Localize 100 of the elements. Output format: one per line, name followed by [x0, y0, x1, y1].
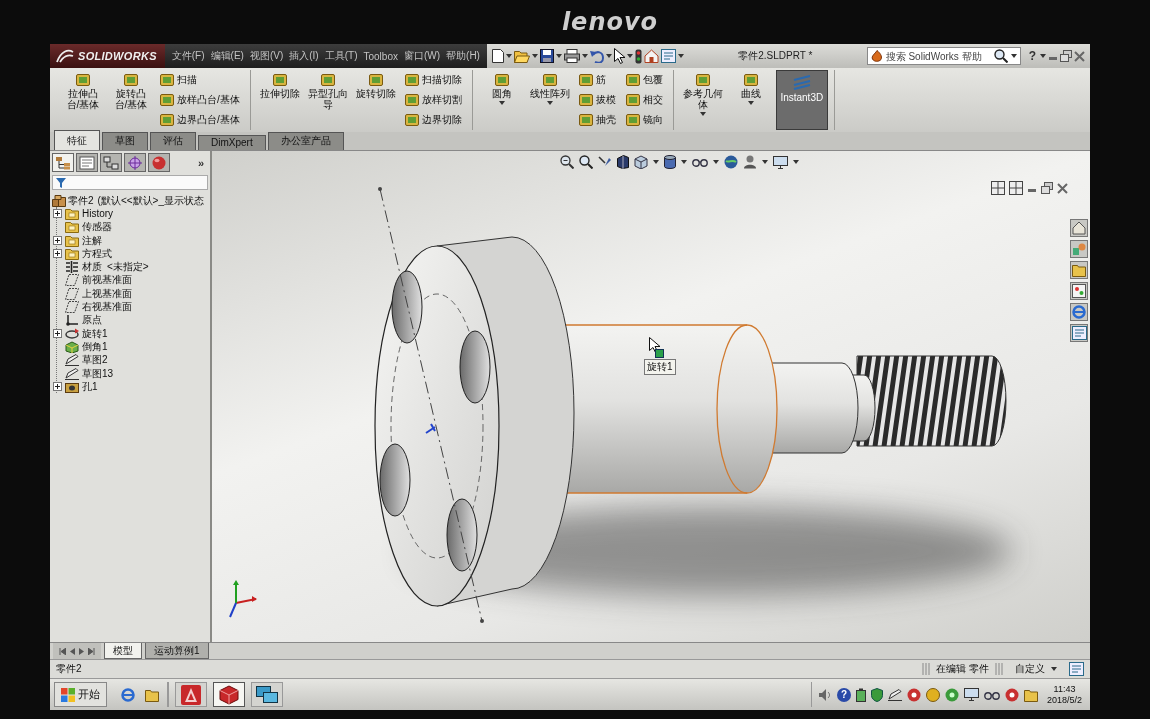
expand-icon[interactable] — [53, 382, 62, 392]
right-arrow-icon[interactable] — [79, 647, 84, 655]
search-icon[interactable] — [993, 49, 1008, 63]
tab[interactable]: 评估 — [150, 132, 196, 150]
menu-item[interactable]: 帮助(H) — [443, 49, 483, 63]
units-dropdown[interactable]: 自定义 — [1009, 662, 1063, 676]
tree-item[interactable]: 倒角1 — [53, 340, 208, 354]
caret-icon[interactable] — [699, 112, 706, 116]
caret-icon[interactable] — [681, 160, 687, 164]
command-button[interactable]: 边界切除 — [402, 112, 464, 128]
tab[interactable]: DimXpert — [198, 135, 266, 150]
page-icon[interactable] — [491, 49, 504, 63]
command-button[interactable]: 相交 — [623, 92, 665, 108]
panel-tab[interactable] — [100, 153, 122, 172]
menu-item[interactable]: 工具(T) — [321, 49, 361, 63]
tree-item[interactable]: 材质 <未指定> — [53, 260, 208, 274]
tab[interactable]: 模型 — [104, 643, 142, 659]
help-button[interactable]: ? — [1026, 49, 1038, 63]
caret-icon[interactable] — [1010, 54, 1017, 58]
command-button[interactable]: 旋转切除 — [352, 70, 399, 130]
caret-icon[interactable] — [626, 54, 633, 58]
command-button[interactable]: 放样切割 — [402, 92, 464, 108]
command-button[interactable]: 抽壳 — [576, 112, 618, 128]
restore-icon[interactable] — [1060, 50, 1072, 62]
search-icon[interactable] — [579, 155, 593, 169]
view-cube-icon[interactable] — [634, 155, 648, 169]
tree-item[interactable]: 原点 — [53, 313, 208, 327]
cylinder-icon[interactable] — [664, 155, 676, 169]
menu-item[interactable]: 插入(I) — [286, 49, 322, 63]
globe-icon[interactable] — [724, 155, 738, 169]
command-button[interactable]: Instant3D — [775, 70, 828, 130]
expand-icon[interactable] — [53, 249, 62, 259]
command-button[interactable]: 边界凸台/基体 — [158, 112, 242, 128]
caret-icon[interactable] — [793, 160, 799, 164]
grid-icon[interactable] — [1009, 181, 1023, 195]
command-button[interactable]: 扫描 — [158, 72, 242, 88]
command-button[interactable]: 筋 — [576, 72, 618, 88]
tree-item[interactable]: 草图13 — [53, 366, 208, 381]
eye-arrow-icon[interactable] — [598, 155, 612, 169]
tab[interactable]: 草图 — [102, 132, 148, 150]
shield-icon[interactable] — [870, 687, 883, 702]
target-icon[interactable] — [906, 687, 921, 702]
battery-icon[interactable] — [855, 687, 866, 702]
tab[interactable]: 特征 — [54, 130, 100, 150]
command-button[interactable]: 异型孔向导 — [304, 70, 351, 130]
task-pane-tab[interactable] — [1070, 261, 1088, 279]
tree-item[interactable]: 草图2 — [53, 353, 208, 367]
disc-icon[interactable] — [944, 687, 959, 702]
menu-item[interactable]: Toolbox — [360, 50, 401, 62]
left-arrow-icon[interactable] — [70, 647, 75, 655]
panel-tab[interactable] — [148, 153, 170, 172]
tree-item[interactable]: 右视基准面 — [53, 300, 208, 314]
caret-icon[interactable] — [505, 54, 512, 58]
command-button[interactable]: 放样凸台/基体 — [158, 92, 242, 108]
glasses-icon[interactable] — [692, 157, 708, 167]
tree-item[interactable]: 注解 — [53, 233, 208, 248]
speaker-icon[interactable] — [817, 687, 832, 702]
panel-tab[interactable] — [124, 153, 146, 172]
caret-icon[interactable] — [555, 54, 562, 58]
ring-icon[interactable] — [121, 687, 135, 702]
start-button[interactable]: 开始 — [54, 682, 107, 707]
help-button[interactable]: ? — [836, 687, 851, 702]
folder-icon[interactable] — [145, 687, 159, 702]
caret-icon[interactable] — [605, 54, 612, 58]
menu-item[interactable]: 文件(F) — [168, 49, 208, 63]
tab[interactable]: 办公室产品 — [267, 132, 344, 150]
tree-item[interactable]: 零件2 (默认<<默认>_显示状态 — [52, 194, 208, 208]
undo-arrow-icon[interactable] — [589, 49, 604, 63]
caret-icon[interactable] — [546, 101, 553, 105]
caret-icon[interactable] — [747, 101, 754, 105]
caret-icon[interactable] — [498, 101, 505, 105]
floppy-icon[interactable] — [539, 49, 554, 63]
tree-item[interactable]: 孔1 — [53, 380, 208, 394]
menu-item[interactable]: 窗口(W) — [400, 49, 444, 63]
menu-item[interactable]: 视图(V) — [246, 49, 287, 63]
printer-icon[interactable] — [563, 49, 580, 63]
taskbar-button[interactable] — [251, 682, 283, 707]
task-pane-tab[interactable] — [1070, 303, 1088, 321]
command-button[interactable]: 线性阵列 — [526, 70, 573, 130]
caret-icon[interactable] — [762, 160, 768, 164]
tree-item[interactable]: 传感器 — [53, 220, 208, 234]
coin-icon[interactable] — [925, 687, 940, 702]
tree-item[interactable]: History — [53, 207, 208, 221]
tree-item[interactable]: 方程式 — [53, 247, 208, 261]
caret-icon[interactable] — [581, 54, 588, 58]
command-button[interactable]: 扫描切除 — [402, 72, 464, 88]
command-button[interactable]: 拉伸凸台/基体 — [60, 70, 106, 130]
tree-item[interactable]: 旋转1 — [53, 326, 208, 341]
right-end-arrow-icon[interactable] — [88, 647, 95, 655]
glasses-icon[interactable] — [983, 689, 1000, 700]
command-button[interactable]: 旋转凸台/基体 — [108, 70, 154, 130]
tree-item[interactable]: 前视基准面 — [53, 273, 208, 288]
caret-icon[interactable] — [713, 160, 719, 164]
house-icon[interactable] — [643, 49, 659, 63]
taskbar-button[interactable] — [213, 682, 245, 707]
list-sheet-icon[interactable] — [1069, 662, 1084, 676]
grid-icon[interactable] — [991, 181, 1005, 195]
task-pane-tab[interactable] — [1070, 324, 1088, 342]
folder-icon[interactable] — [1023, 687, 1038, 702]
caret-icon[interactable] — [531, 54, 538, 58]
